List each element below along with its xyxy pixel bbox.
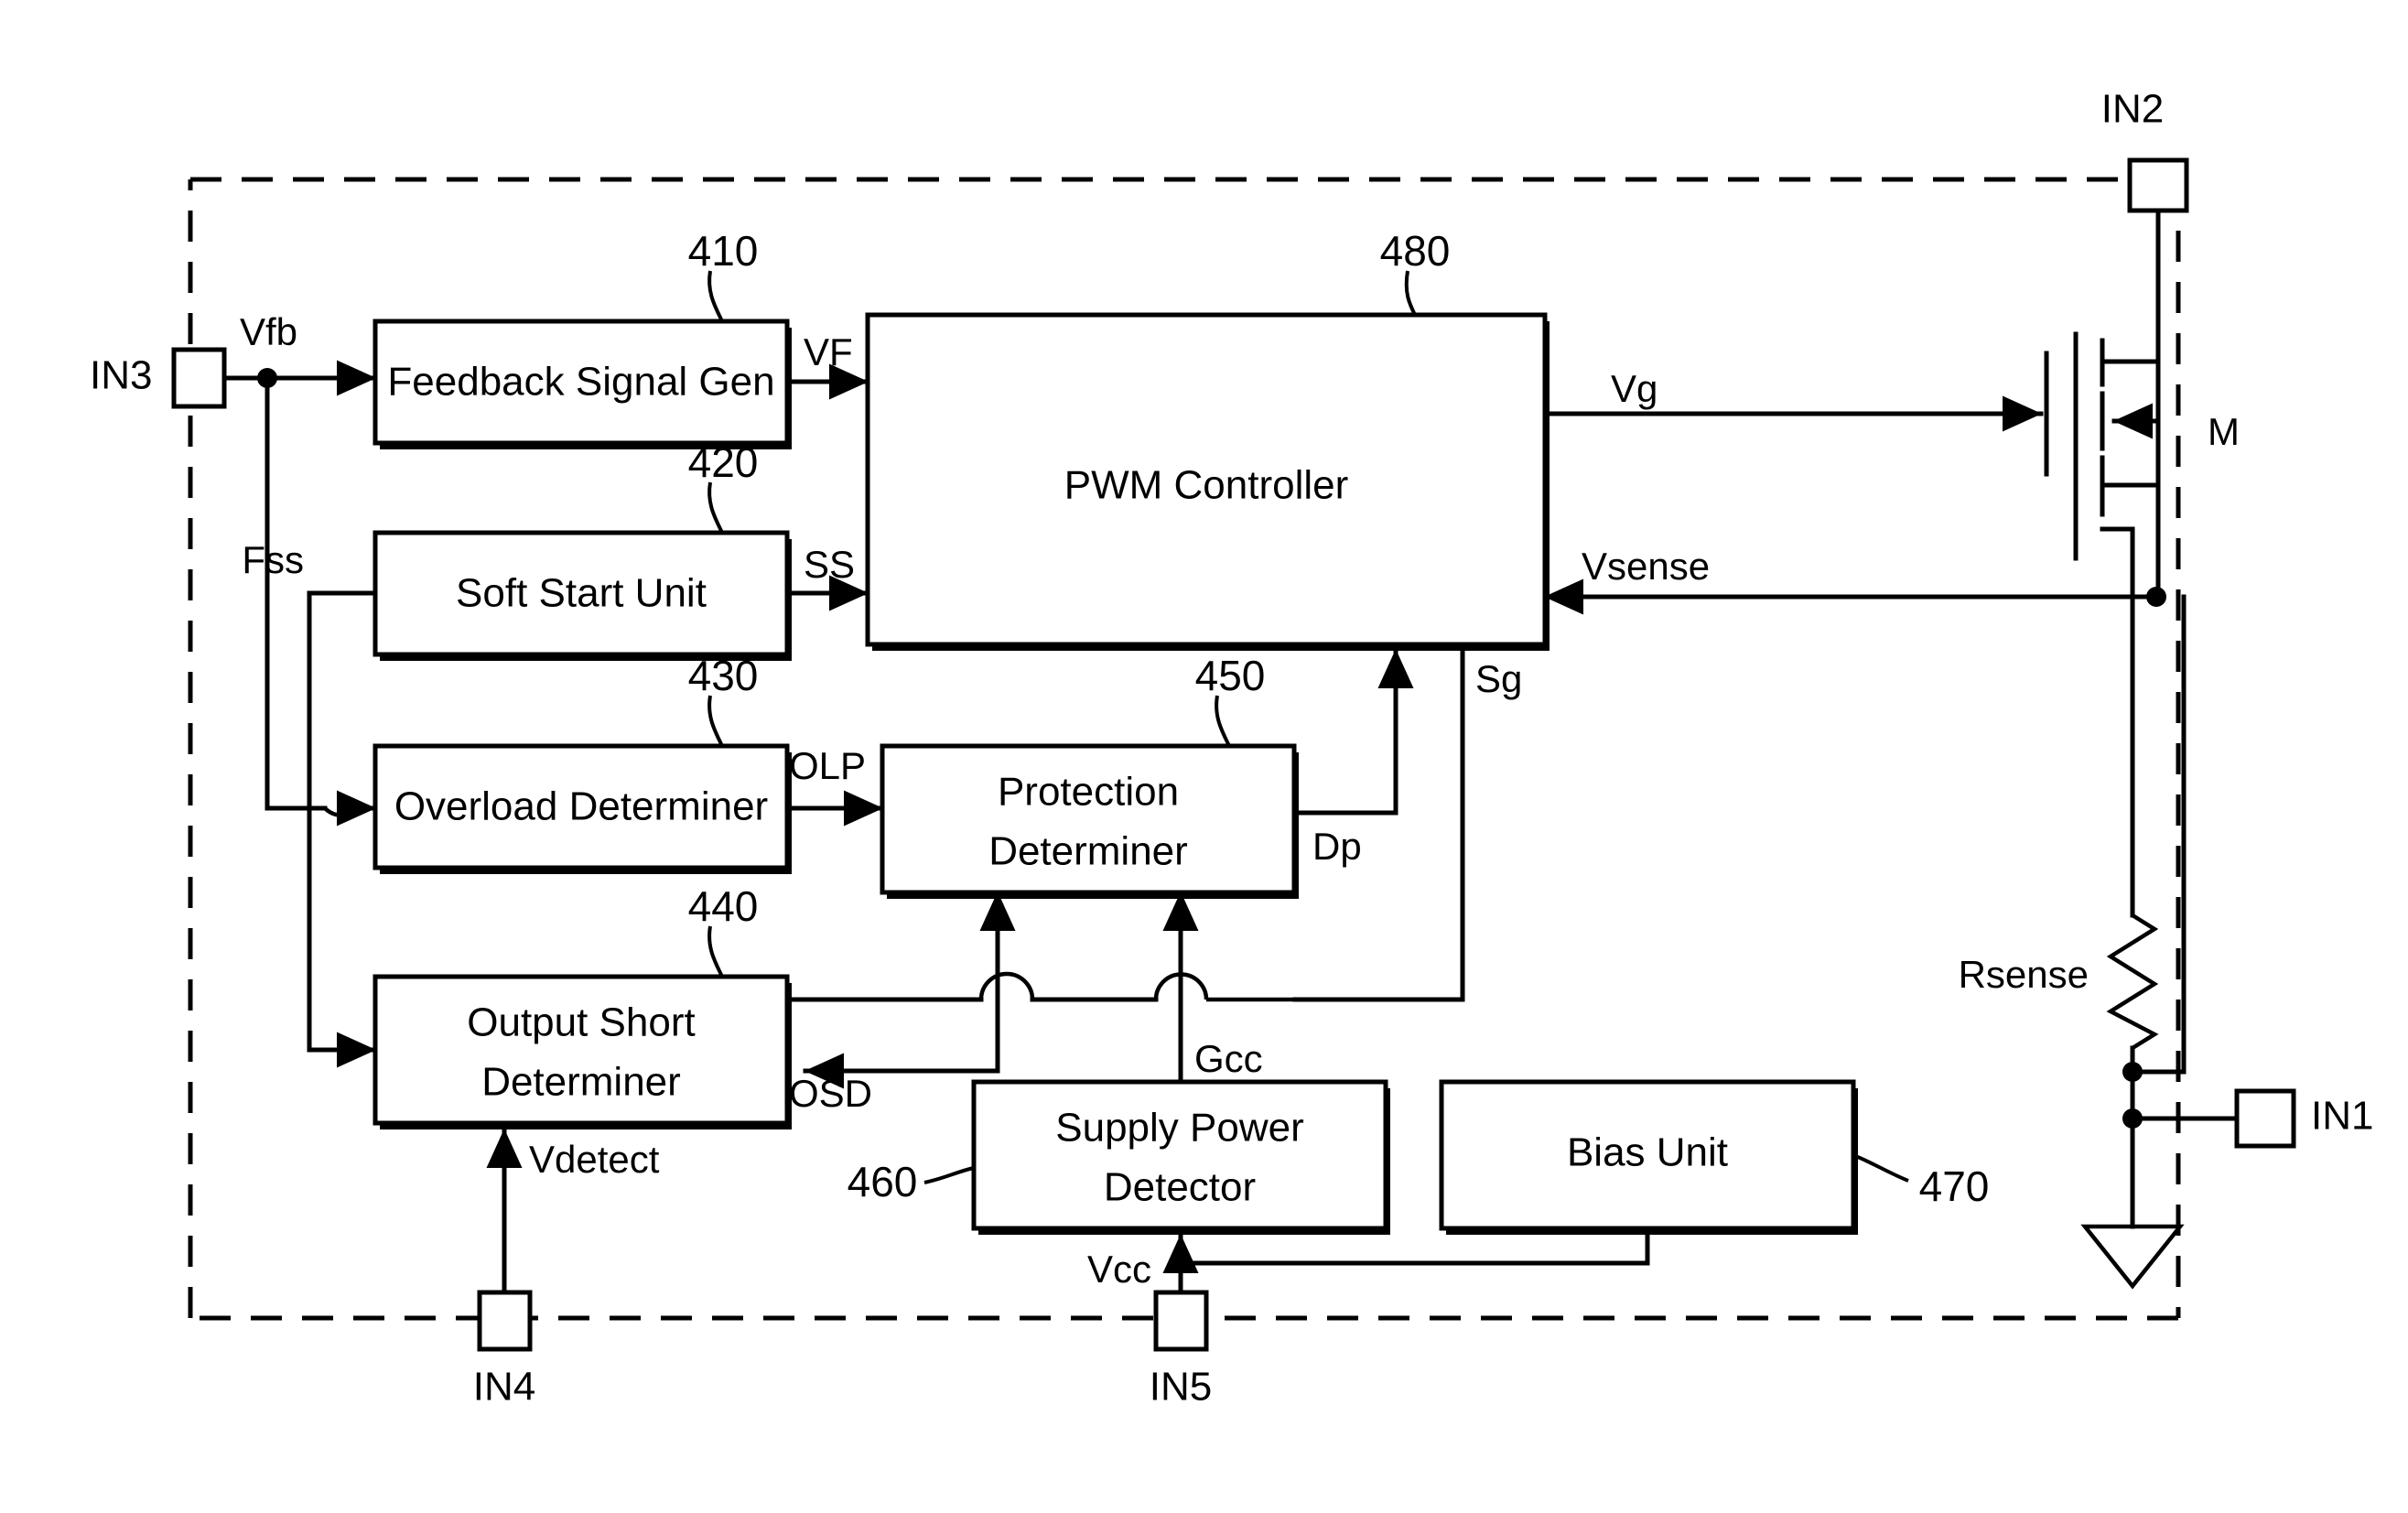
leader-470 xyxy=(1852,1153,1909,1183)
label-protection-determiner-line2: Determiner xyxy=(988,829,1188,874)
label-osd: OSD xyxy=(789,1072,872,1115)
wire-fss-to-output-short xyxy=(307,590,378,1068)
label-soft-start-unit: Soft Start Unit xyxy=(456,571,707,616)
label-rsense: Rsense xyxy=(1959,953,2089,996)
label-dp: Dp xyxy=(1312,825,1362,868)
label-output-short-determiner-line2: Determiner xyxy=(481,1060,681,1105)
label-vfb: Vfb xyxy=(240,310,297,353)
label-in3: IN3 xyxy=(90,353,152,398)
ref-480: 480 xyxy=(1380,227,1451,275)
leader-410 xyxy=(707,270,724,322)
diagram-canvas: Feedback Signal Gen Soft Start Unit Over… xyxy=(0,0,2408,1513)
label-pwm-controller: PWM Controller xyxy=(1064,463,1349,508)
terminal-in5[interactable] xyxy=(1153,1290,1209,1352)
leader-440 xyxy=(707,925,724,978)
ref-410: 410 xyxy=(688,227,759,275)
leader-450 xyxy=(1215,695,1231,747)
circuit-diagram: Feedback Signal Gen Soft Start Unit Over… xyxy=(90,87,2373,1410)
label-bias-unit: Bias Unit xyxy=(1567,1130,1728,1175)
ref-460: 460 xyxy=(848,1158,918,1205)
label-in5: IN5 xyxy=(1150,1365,1212,1410)
label-vf: VF xyxy=(804,330,853,373)
label-in4: IN4 xyxy=(473,1365,535,1410)
label-vsense: Vsense xyxy=(1582,545,1710,588)
ref-470: 470 xyxy=(1919,1162,1990,1210)
label-feedback-signal-gen: Feedback Signal Gen xyxy=(387,360,774,405)
leader-480 xyxy=(1404,270,1417,316)
ground-symbol xyxy=(2080,1069,2185,1290)
label-gcc: Gcc xyxy=(1194,1037,1263,1080)
terminal-in1[interactable] xyxy=(2234,1088,2296,1149)
label-fss: Fss xyxy=(242,538,304,581)
wire-dp xyxy=(1291,647,1414,816)
ref-420: 420 xyxy=(688,438,759,486)
label-vcc: Vcc xyxy=(1087,1248,1151,1291)
ref-440: 440 xyxy=(688,882,759,930)
leader-430 xyxy=(707,695,724,747)
label-supply-power-detector-line2: Detector xyxy=(1104,1165,1256,1210)
junction-in1 xyxy=(2122,1108,2143,1129)
label-sg: Sg xyxy=(1475,657,1522,700)
label-overload-determiner: Overload Determiner xyxy=(394,784,768,829)
label-olp: OLP xyxy=(789,744,866,787)
leader-460 xyxy=(923,1166,975,1184)
terminal-in3[interactable] xyxy=(171,347,227,409)
ref-430: 430 xyxy=(688,652,759,699)
label-mosfet: M xyxy=(2208,410,2240,453)
leader-420 xyxy=(707,481,724,534)
label-protection-determiner-line1: Protection xyxy=(998,770,1179,815)
rsense-resistor xyxy=(2106,594,2187,1082)
terminal-in4[interactable] xyxy=(477,1290,533,1352)
label-vdetect: Vdetect xyxy=(529,1138,660,1181)
ref-450: 450 xyxy=(1195,652,1266,699)
label-supply-power-detector-line1: Supply Power xyxy=(1055,1106,1303,1151)
wire-osd-return xyxy=(803,997,1000,1089)
label-vg: Vg xyxy=(1611,367,1658,410)
terminal-in2[interactable] xyxy=(2127,157,2189,213)
mosfet-symbol xyxy=(2044,208,2161,600)
label-output-short-determiner-line1: Output Short xyxy=(467,1000,695,1045)
label-ss: SS xyxy=(804,543,855,586)
label-in2: IN2 xyxy=(2101,87,2164,132)
label-in1: IN1 xyxy=(2311,1094,2373,1139)
